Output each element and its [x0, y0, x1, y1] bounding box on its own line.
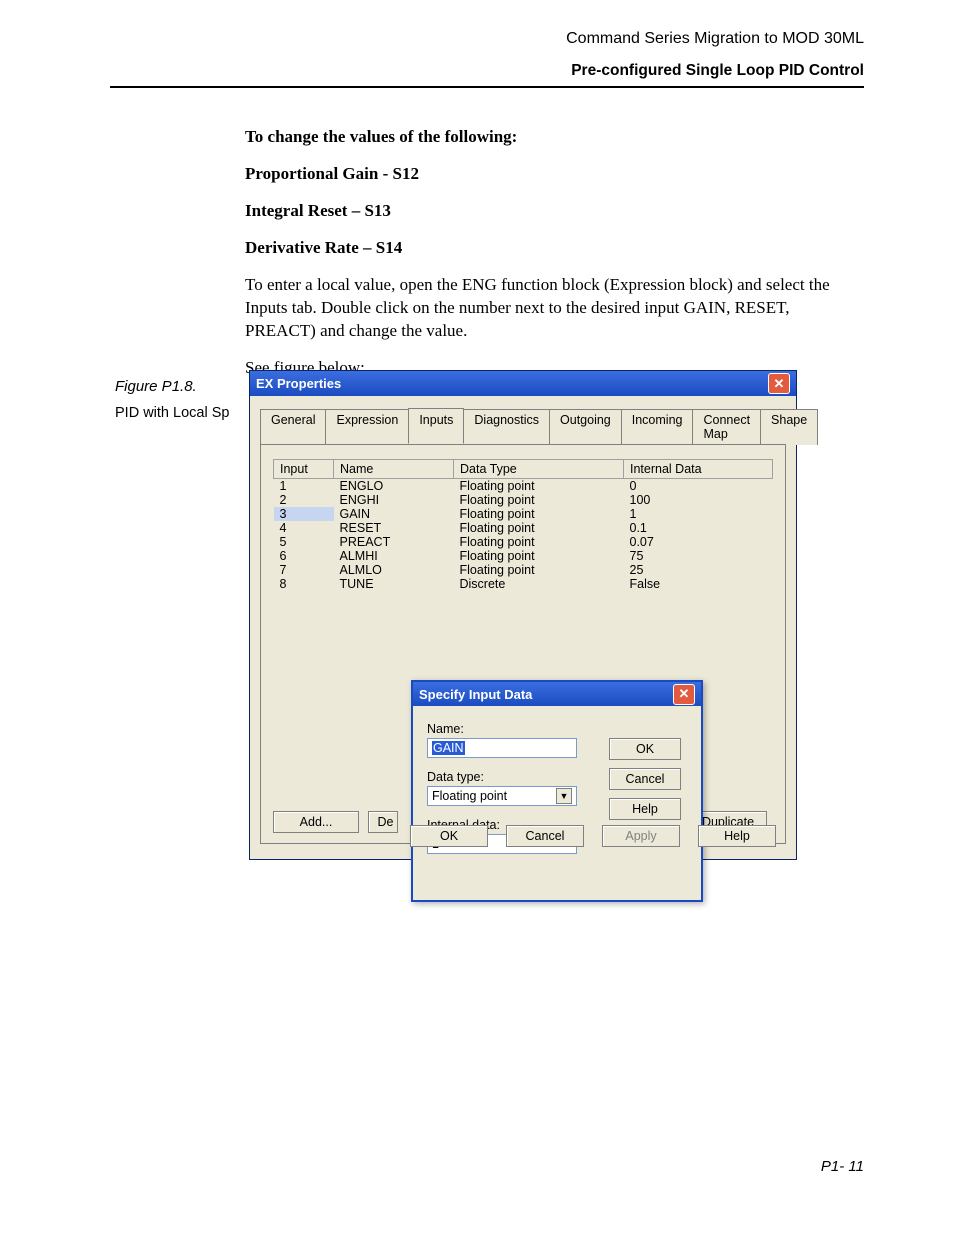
- datatype-value: Floating point: [432, 789, 507, 803]
- dlg-cancel-button[interactable]: Cancel: [609, 768, 681, 790]
- dlg-titlebar[interactable]: Specify Input Data ✕: [413, 682, 701, 706]
- header-section-title: Pre-configured Single Loop PID Control: [110, 62, 864, 80]
- header-doc-title: Command Series Migration to MOD 30ML: [110, 30, 864, 48]
- page-number: P1- 11: [821, 1158, 864, 1175]
- dlg-ok-button[interactable]: OK: [609, 738, 681, 760]
- ex-title: EX Properties: [256, 376, 341, 391]
- table-row-selected[interactable]: 3GAINFloating point1: [274, 507, 773, 521]
- instruction-paragraph: To enter a local value, open the ENG fun…: [245, 274, 864, 343]
- apply-button[interactable]: Apply: [602, 825, 680, 847]
- tab-body: Input Name Data Type Internal Data 1ENGL…: [260, 444, 786, 844]
- tab-diagnostics[interactable]: Diagnostics: [463, 409, 550, 445]
- tab-expression[interactable]: Expression: [325, 409, 409, 445]
- table-row[interactable]: 7ALMLOFloating point25: [274, 563, 773, 577]
- dlg-title: Specify Input Data: [419, 687, 532, 702]
- tab-inputs[interactable]: Inputs: [408, 408, 464, 444]
- table-row[interactable]: 2ENGHIFloating point100: [274, 493, 773, 507]
- name-field[interactable]: GAIN: [427, 738, 577, 758]
- table-row[interactable]: 8TUNEDiscreteFalse: [274, 577, 773, 591]
- close-icon[interactable]: ✕: [768, 373, 790, 394]
- ex-dialog-buttons: OK Cancel Apply Help: [410, 825, 782, 847]
- section-heading: To change the values of the following:: [245, 126, 864, 149]
- table-row[interactable]: 5PREACTFloating point0.07: [274, 535, 773, 549]
- table-row[interactable]: 1ENGLOFloating point0: [274, 479, 773, 494]
- tab-shape[interactable]: Shape: [760, 409, 818, 445]
- table-row[interactable]: 4RESETFloating point0.1: [274, 521, 773, 535]
- figure-number: Figure P1.8.: [115, 378, 245, 395]
- ex-titlebar[interactable]: EX Properties ✕: [250, 371, 796, 396]
- specify-input-dialog: Specify Input Data ✕ Name: GAIN Data typ…: [411, 680, 703, 902]
- ex-properties-window: EX Properties ✕ General Expression Input…: [249, 370, 797, 860]
- label-name: Name:: [427, 722, 687, 736]
- inputs-table[interactable]: Input Name Data Type Internal Data 1ENGL…: [273, 459, 773, 591]
- close-icon[interactable]: ✕: [673, 684, 695, 705]
- col-internal[interactable]: Internal Data: [624, 460, 773, 479]
- chevron-down-icon[interactable]: ▼: [556, 788, 572, 804]
- col-datatype[interactable]: Data Type: [454, 460, 624, 479]
- col-name[interactable]: Name: [334, 460, 454, 479]
- tab-general[interactable]: General: [260, 409, 326, 445]
- col-input[interactable]: Input: [274, 460, 334, 479]
- tab-connect-map[interactable]: Connect Map: [692, 409, 761, 445]
- ok-button[interactable]: OK: [410, 825, 488, 847]
- dlg-help-button[interactable]: Help: [609, 798, 681, 820]
- add-button[interactable]: Add...: [273, 811, 359, 833]
- delete-button-partial[interactable]: De: [368, 811, 398, 833]
- help-button[interactable]: Help: [698, 825, 776, 847]
- tab-incoming[interactable]: Incoming: [621, 409, 694, 445]
- datatype-select[interactable]: Floating point ▼: [427, 786, 577, 806]
- item-gain: Proportional Gain - S12: [245, 163, 864, 186]
- figure-caption: PID with Local Sp: [115, 405, 245, 421]
- tab-strip: General Expression Inputs Diagnostics Ou…: [260, 408, 786, 444]
- table-row[interactable]: 6ALMHIFloating point75: [274, 549, 773, 563]
- tab-outgoing[interactable]: Outgoing: [549, 409, 622, 445]
- cancel-button[interactable]: Cancel: [506, 825, 584, 847]
- inputs-tbody: 1ENGLOFloating point0 2ENGHIFloating poi…: [274, 479, 773, 592]
- item-derivative: Derivative Rate – S14: [245, 237, 864, 260]
- header-rule: [110, 86, 864, 88]
- item-reset: Integral Reset – S13: [245, 200, 864, 223]
